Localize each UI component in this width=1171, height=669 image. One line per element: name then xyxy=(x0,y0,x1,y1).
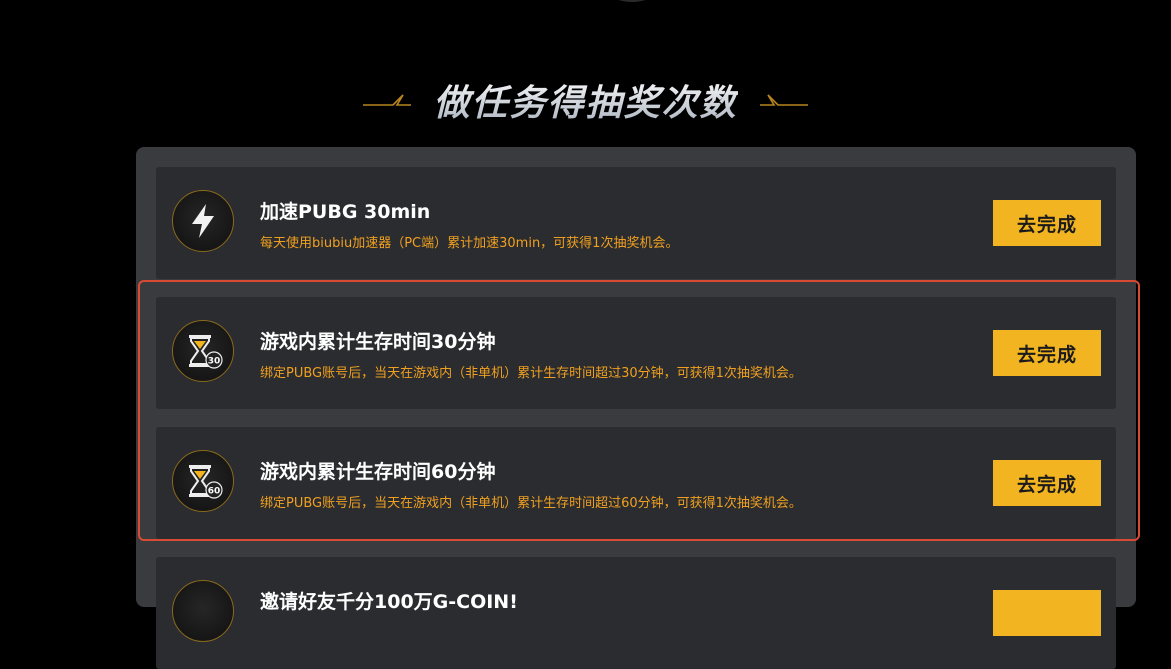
task-title: 游戏内累计生存时间60分钟 xyxy=(260,461,496,483)
badge-number: 60 xyxy=(208,487,221,497)
title-left-ornament-icon xyxy=(363,94,412,106)
hourglass-30-icon: 30 xyxy=(172,320,234,382)
task-card-invite-friends: 邀请好友千分100万G-COIN! xyxy=(156,557,1116,669)
task-list-panel: 加速PUBG 30min 每天使用biubiu加速器（PC端）累计加速30min… xyxy=(136,147,1136,669)
badge-number: 30 xyxy=(208,357,221,367)
task-description: 绑定PUBG账号后，当天在游戏内（非单机）累计生存时间超过60分钟，可获得1次抽… xyxy=(260,496,802,511)
task-description: 绑定PUBG账号后，当天在游戏内（非单机）累计生存时间超过30分钟，可获得1次抽… xyxy=(260,366,802,381)
go-complete-button[interactable]: 去完成 xyxy=(993,460,1101,506)
hourglass-60-icon: 60 xyxy=(172,450,234,512)
task-title: 邀请好友千分100万G-COIN! xyxy=(260,591,518,613)
top-decoration xyxy=(612,0,652,2)
go-complete-button[interactable]: 去完成 xyxy=(993,330,1101,376)
task-title: 加速PUBG 30min xyxy=(260,201,431,223)
lightning-icon xyxy=(172,190,234,252)
task-description: 每天使用biubiu加速器（PC端）累计加速30min，可获得1次抽奖机会。 xyxy=(260,236,679,251)
task-title: 游戏内累计生存时间30分钟 xyxy=(260,331,496,353)
section-title: 做任务得抽奖次数 xyxy=(433,74,737,126)
task-card-survive-60: 60 游戏内累计生存时间60分钟 绑定PUBG账号后，当天在游戏内（非单机）累计… xyxy=(156,427,1116,539)
go-complete-button[interactable]: 去完成 xyxy=(993,200,1101,246)
task-card-survive-30: 30 游戏内累计生存时间30分钟 绑定PUBG账号后，当天在游戏内（非单机）累计… xyxy=(156,297,1116,409)
section-header: 做任务得抽奖次数 xyxy=(0,72,1171,128)
title-right-ornament-icon xyxy=(759,94,808,106)
go-complete-button[interactable] xyxy=(993,590,1101,636)
task-card-speed-pubg: 加速PUBG 30min 每天使用biubiu加速器（PC端）累计加速30min… xyxy=(156,167,1116,279)
invite-icon xyxy=(172,580,234,642)
